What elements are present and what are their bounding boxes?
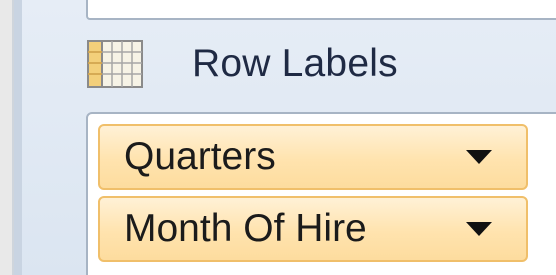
field-item-month-of-hire[interactable]: Month Of Hire: [98, 196, 528, 262]
row-labels-title: Row Labels: [192, 42, 398, 85]
row-labels-grid-icon: [86, 39, 144, 89]
pivot-field-list-panel: Row Labels Quarters Month Of Hire: [0, 0, 556, 275]
row-labels-header: Row Labels: [86, 34, 546, 94]
previous-area-drop-zone[interactable]: [86, 0, 556, 20]
row-labels-drop-zone[interactable]: Quarters Month Of Hire: [86, 112, 556, 275]
dropdown-arrow-icon[interactable]: [464, 148, 494, 166]
field-label: Month Of Hire: [124, 207, 367, 250]
field-item-quarters[interactable]: Quarters: [98, 124, 528, 190]
left-margin-strip: [0, 0, 14, 275]
dropdown-arrow-icon[interactable]: [464, 220, 494, 238]
field-label: Quarters: [124, 135, 276, 178]
